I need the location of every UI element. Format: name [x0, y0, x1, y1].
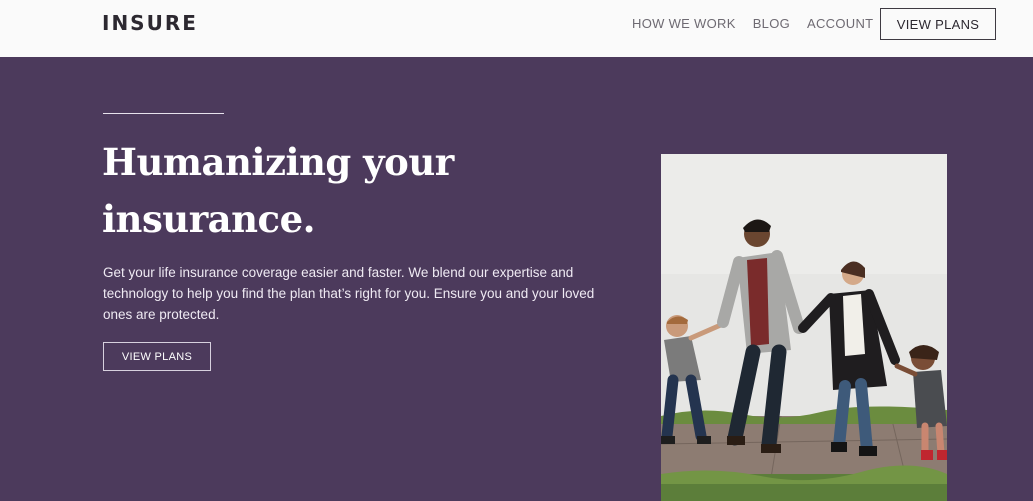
main-nav: HOW WE WORK BLOG ACCOUNT: [632, 15, 890, 32]
nav-link-account[interactable]: ACCOUNT: [807, 15, 873, 32]
nav-link-how-we-work[interactable]: HOW WE WORK: [632, 15, 736, 32]
hero-headline: Humanizing your insurance.: [102, 134, 522, 248]
description-line-3: ones are protected.: [103, 307, 220, 322]
nav-link-blog[interactable]: BLOG: [753, 15, 790, 32]
hero-section: Humanizing your insurance. Get your life…: [0, 57, 1033, 501]
brand-logo[interactable]: INSURE: [102, 11, 198, 35]
family-walking-illustration: [661, 154, 947, 501]
description-line-1: Get your life insurance coverage easier …: [103, 265, 574, 280]
headline-line-1: Humanizing your: [102, 140, 454, 184]
family-photo: [661, 154, 947, 501]
header-view-plans-button[interactable]: VIEW PLANS: [880, 8, 996, 40]
description-line-2: technology to help you find the plan tha…: [103, 286, 595, 301]
hero-description: Get your life insurance coverage easier …: [103, 262, 623, 325]
headline-line-2: insurance.: [102, 197, 316, 241]
hero-view-plans-button[interactable]: VIEW PLANS: [103, 342, 211, 371]
site-header: INSURE HOW WE WORK BLOG ACCOUNT VIEW PLA…: [0, 0, 1033, 57]
decorative-rule: [103, 113, 224, 114]
